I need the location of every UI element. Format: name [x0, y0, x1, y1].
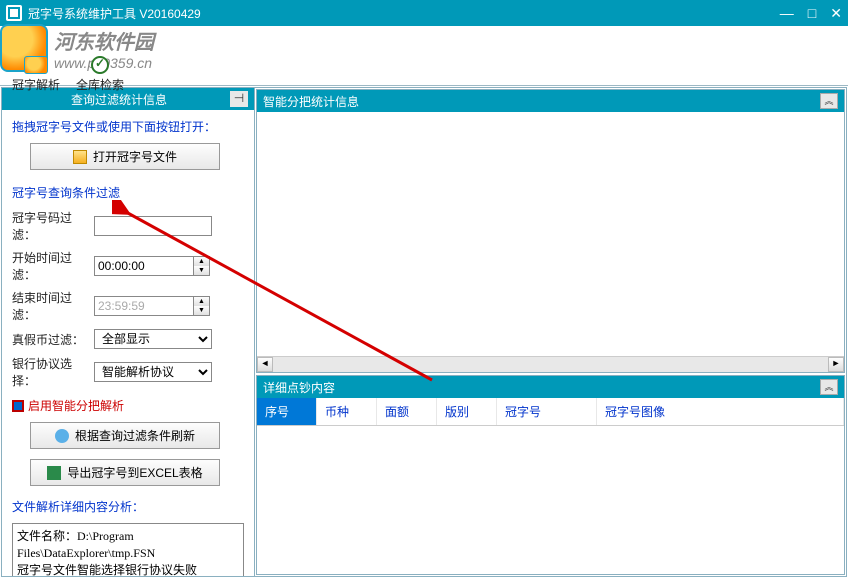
col-seq[interactable]: 序号 — [257, 398, 317, 425]
analysis-text: 文件名称：D:\Program Files\DataExplorer\tmp.F… — [17, 528, 239, 576]
end-time-label: 结束时间过滤： — [12, 289, 90, 323]
excel-icon — [47, 466, 61, 480]
window-title: 冠字号系统维护工具 V20160429 — [28, 5, 780, 22]
col-currency-type[interactable]: 币种 — [317, 398, 377, 425]
close-button[interactable]: ✕ — [830, 5, 842, 22]
col-edition[interactable]: 版别 — [437, 398, 497, 425]
filter-section-title: 冠字号查询条件过滤 — [12, 184, 244, 201]
end-time-spinner[interactable]: ▲▼ — [194, 296, 210, 316]
analysis-title: 文件解析详细内容分析： — [12, 498, 244, 515]
smart-parse-checkbox[interactable] — [12, 400, 24, 412]
export-excel-label: 导出冠字号到EXCEL表格 — [67, 464, 202, 481]
currency-filter-label: 真假币过滤： — [12, 331, 90, 348]
col-crown-image[interactable]: 冠字号图像 — [597, 398, 844, 425]
collapse-bottom-button[interactable]: ︽ — [820, 379, 838, 395]
right-bottom-panel: 详细点钞内容 ︽ 序号 币种 面额 版别 冠字号 冠字号图像 — [256, 375, 845, 575]
table-body — [257, 426, 844, 574]
toolbar-parse-button[interactable]: 冠字解析 — [6, 54, 66, 95]
right-top-header: 智能分把统计信息 ︽ — [257, 90, 844, 112]
pin-button[interactable]: ⊣ — [230, 91, 248, 107]
maximize-button[interactable]: □ — [808, 5, 816, 22]
right-top-body — [257, 112, 844, 356]
horizontal-scrollbar[interactable]: ◄ ► — [257, 356, 844, 372]
currency-filter-select[interactable]: 全部显示 — [94, 329, 212, 349]
right-bottom-title: 详细点钞内容 — [263, 379, 335, 396]
refresh-label: 根据查询过滤条件刷新 — [75, 427, 195, 444]
code-filter-input[interactable] — [94, 216, 212, 236]
bank-protocol-select[interactable]: 智能解析协议 — [94, 362, 212, 382]
refresh-icon — [55, 429, 69, 443]
start-time-spinner[interactable]: ▲▼ — [194, 256, 210, 276]
table-header-row: 序号 币种 面额 版别 冠字号 冠字号图像 — [257, 398, 844, 426]
collapse-top-button[interactable]: ︽ — [820, 93, 838, 109]
scroll-right-button[interactable]: ► — [828, 357, 844, 372]
col-crown[interactable]: 冠字号 — [497, 398, 597, 425]
search-icon — [91, 56, 109, 74]
refresh-button[interactable]: 根据查询过滤条件刷新 — [30, 422, 220, 449]
minimize-button[interactable]: — — [780, 5, 794, 22]
right-panel: 智能分把统计信息 ︽ ◄ ► 详细点钞内容 ︽ 序号 币种 面额 版别 — [255, 87, 847, 577]
scroll-left-button[interactable]: ◄ — [257, 357, 273, 372]
toolbar-parse-label: 冠字解析 — [12, 76, 60, 93]
right-bottom-header: 详细点钞内容 ︽ — [257, 376, 844, 398]
export-excel-button[interactable]: 导出冠字号到EXCEL表格 — [30, 459, 220, 486]
end-time-input[interactable] — [94, 296, 194, 316]
start-time-label: 开始时间过滤： — [12, 249, 90, 283]
right-top-panel: 智能分把统计信息 ︽ ◄ ► — [256, 89, 845, 373]
bank-protocol-label: 银行协议选择： — [12, 355, 90, 389]
code-filter-label: 冠字号码过滤： — [12, 209, 90, 243]
col-face-value[interactable]: 面额 — [377, 398, 437, 425]
toolbar-search-button[interactable]: 全库检索 — [70, 54, 130, 95]
analysis-textbox[interactable]: 文件名称：D:\Program Files\DataExplorer\tmp.F… — [12, 523, 244, 576]
left-panel: 查询过滤统计信息 ⊣ 拖拽冠字号文件或使用下面按钮打开： 打开冠字号文件 冠字号… — [1, 87, 255, 577]
watermark-title: 河东软件园 — [54, 26, 154, 55]
parse-icon — [24, 56, 48, 74]
smart-parse-label: 启用智能分把解析 — [28, 397, 124, 414]
main-area: 查询过滤统计信息 ⊣ 拖拽冠字号文件或使用下面按钮打开： 打开冠字号文件 冠字号… — [0, 86, 848, 578]
open-file-label: 打开冠字号文件 — [93, 148, 177, 165]
toolbar-area: 河东软件园 www.pc0359.cn 冠字解析 全库检索 — [0, 26, 848, 86]
drag-hint: 拖拽冠字号文件或使用下面按钮打开： — [12, 118, 244, 135]
start-time-input[interactable] — [94, 256, 194, 276]
window-titlebar: 冠字号系统维护工具 V20160429 — □ ✕ — [0, 0, 848, 26]
toolbar-search-label: 全库检索 — [76, 76, 124, 93]
folder-icon — [73, 150, 87, 164]
app-icon — [6, 5, 22, 21]
open-file-button[interactable]: 打开冠字号文件 — [30, 143, 220, 170]
right-top-title: 智能分把统计信息 — [263, 93, 359, 110]
